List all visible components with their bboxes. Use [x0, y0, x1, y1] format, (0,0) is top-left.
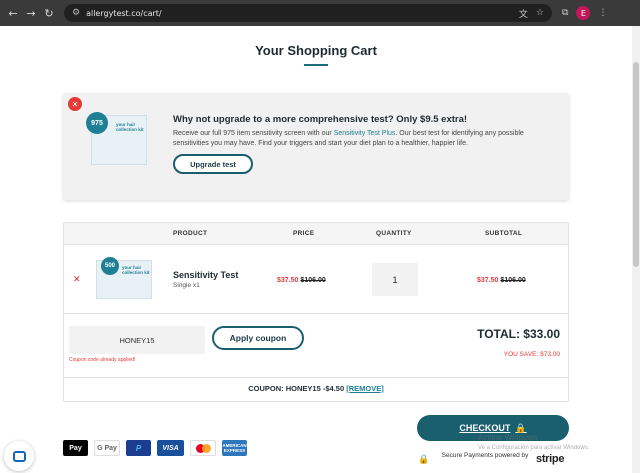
you-save: YOU SAVE: $73.00 — [503, 351, 560, 358]
table-header: PRODUCT PRICE QUANTITY SUBTOTAL — [64, 223, 568, 245]
chat-button[interactable] — [4, 441, 34, 471]
coupon-message: Coupon code already applied! — [69, 357, 136, 363]
secure-payments-text: Secure Payments powered by — [441, 452, 529, 459]
page-title: Your Shopping Cart — [255, 43, 377, 58]
activation-watermark-title: Activar Windows — [478, 433, 538, 442]
bookmark-icon[interactable]: ☆ — [536, 8, 544, 18]
site-info-icon[interactable]: ⚙ — [72, 8, 80, 18]
payment-methods: Pay G Pay P VISA AMERICAN EXPRESS — [63, 440, 247, 456]
menu-icon[interactable]: ⋮ — [598, 8, 607, 18]
apple-pay-icon: Pay — [63, 440, 88, 456]
profile-avatar[interactable]: E — [576, 6, 591, 20]
close-icon[interactable]: ✕ — [68, 97, 82, 111]
original-subtotal: $106.00 — [500, 277, 526, 284]
title-underline — [304, 64, 328, 66]
upsell-heading: Why not upgrade to a more comprehensive … — [173, 114, 468, 125]
remove-item-icon[interactable]: ✕ — [73, 275, 81, 285]
back-icon[interactable]: ← — [6, 6, 20, 20]
cart-table: PRODUCT PRICE QUANTITY SUBTOTAL ✕ 500 yo… — [63, 222, 569, 402]
browser-toolbar: ← → ↻ ⚙ allergytest.co/cart/ 文 ☆ ⧉ E ⋮ — [0, 0, 640, 26]
scrollbar-thumb[interactable] — [633, 62, 639, 267]
paypal-icon: P — [126, 440, 151, 456]
activation-watermark-subtitle: Ve a Configuración para activar Windows. — [478, 445, 590, 451]
sensitivity-test-plus-link[interactable]: Sensitivity Test Plus — [334, 130, 396, 137]
page-scrollbar[interactable] — [632, 26, 640, 473]
translate-icon[interactable]: 文 — [519, 7, 528, 20]
chat-icon — [12, 450, 26, 462]
row-divider — [64, 313, 568, 314]
upsell-description: Receive our full 975 item sensitivity sc… — [173, 130, 524, 147]
sale-subtotal: $37.50 — [477, 277, 499, 284]
header-quantity: QUANTITY — [376, 230, 412, 237]
mastercard-icon — [190, 440, 216, 456]
upsell-banner: ✕ 975 your hair collection kit Why not u… — [63, 93, 569, 200]
sale-price: $37.50 — [277, 277, 299, 284]
product-image-975: 975 your hair collection kit — [86, 112, 147, 165]
item-price: $37.50 $106.00 — [277, 277, 326, 284]
secure-lock-icon: 🔒 — [418, 455, 430, 465]
header-subtotal: SUBTOTAL — [485, 230, 523, 237]
extensions-icon[interactable]: ⧉ — [562, 8, 568, 18]
lock-icon: 🔒 — [515, 422, 527, 433]
header-price: PRICE — [293, 230, 315, 237]
visa-icon: VISA — [157, 440, 184, 456]
quantity-input[interactable]: 1 — [372, 263, 418, 296]
coupon-code-input[interactable]: HONEY15 — [69, 326, 205, 354]
amex-icon: AMERICAN EXPRESS — [222, 440, 247, 456]
address-bar[interactable]: ⚙ allergytest.co/cart/ 文 ☆ — [64, 4, 552, 22]
item-name[interactable]: Sensitivity Test — [173, 270, 238, 280]
header-product: PRODUCT — [173, 230, 208, 237]
row-divider — [64, 377, 568, 378]
badge-500: 500 — [101, 257, 119, 275]
product-image-500: 500 your hair collection kit — [96, 257, 152, 299]
apply-coupon-button[interactable]: Apply coupon — [212, 326, 304, 350]
coupon-summary: COUPON: HONEY15 -$4.50 [REMOVE] — [248, 384, 384, 393]
item-variant: Single x1 — [173, 282, 200, 289]
reload-icon[interactable]: ↻ — [42, 6, 56, 20]
product-label: your hair collection kit — [122, 265, 150, 275]
upgrade-test-button[interactable]: Upgrade test — [173, 154, 253, 174]
badge-975: 975 — [86, 112, 108, 134]
forward-icon[interactable]: → — [24, 6, 38, 20]
google-pay-icon: G Pay — [94, 440, 120, 456]
original-price: $106.00 — [300, 277, 326, 284]
remove-coupon-link[interactable]: [REMOVE] — [346, 384, 384, 393]
stripe-logo: stripe — [536, 453, 565, 465]
address-url[interactable]: allergytest.co/cart/ — [86, 9, 511, 18]
item-subtotal: $37.50 $106.00 — [477, 277, 526, 284]
cart-total: TOTAL: $33.00 — [477, 327, 560, 341]
product-label: your hair collection kit — [116, 122, 144, 132]
